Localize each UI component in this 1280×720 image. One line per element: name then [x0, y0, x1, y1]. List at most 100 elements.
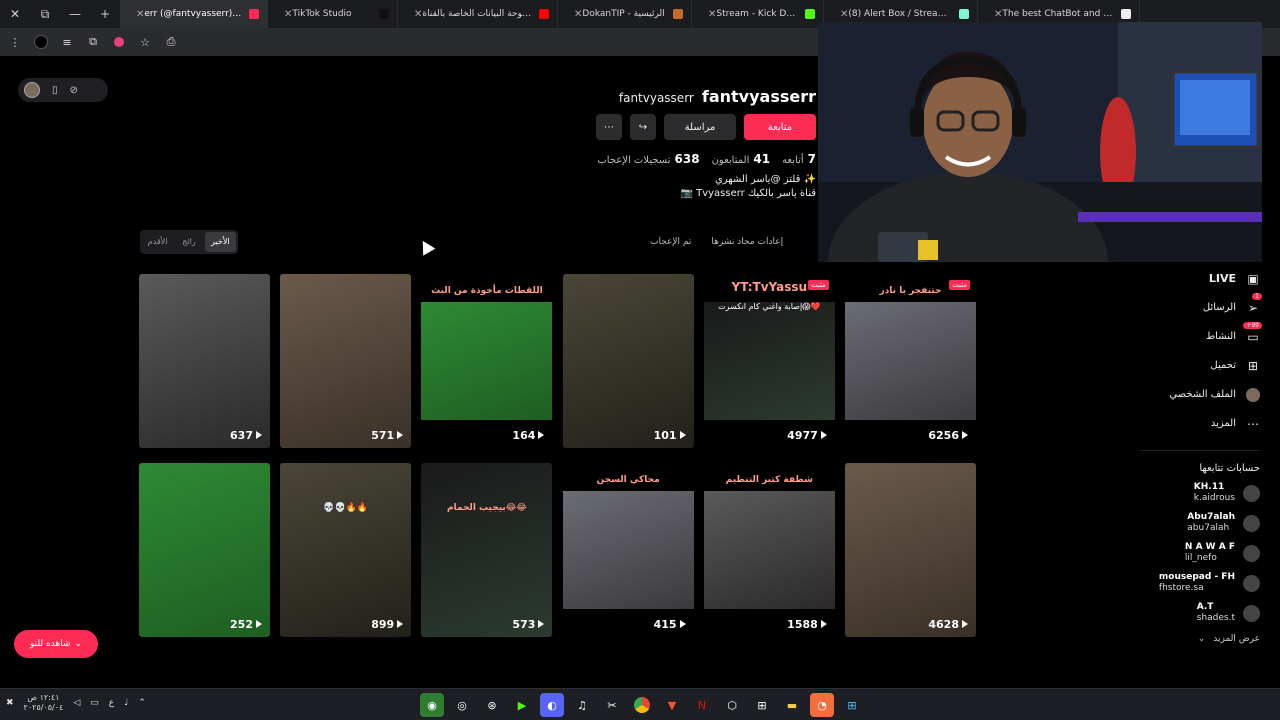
video-card[interactable]: اللقطات مأخوذة من البث 164	[421, 274, 553, 448]
follow-button[interactable]: متابعة	[744, 114, 816, 140]
compass-icon[interactable]: ⊘	[70, 85, 78, 96]
video-card[interactable]: شطفة كتبر التنظيم 1588	[703, 463, 835, 637]
app-capcut-icon[interactable]: ✂	[600, 693, 624, 717]
tray-expand-icon[interactable]: ⌃	[138, 698, 146, 708]
minimize-icon[interactable]: —	[60, 0, 90, 28]
app-chrome-icon[interactable]	[630, 693, 654, 717]
following-account-item[interactable]: Abu7alah abu7alah	[1140, 512, 1260, 534]
video-card[interactable]: 4628	[845, 463, 976, 637]
sort-popular[interactable]: رائج	[173, 232, 204, 252]
screenshot-icon[interactable]: ⎙	[160, 31, 182, 53]
network-icon[interactable]: ▭	[90, 698, 99, 708]
tab-close-icon[interactable]: ✕	[136, 9, 144, 20]
extensions-icon[interactable]: ⧉	[82, 31, 104, 53]
see-more-link[interactable]: عرض المزيد ⌄	[1140, 634, 1260, 644]
video-card[interactable]: 637	[139, 274, 270, 448]
video-card[interactable]: YT:TvYassu إصابة واغني كام انكسرت😱❤️ مثبت 4…	[703, 274, 835, 448]
clock-date: ٢٠٢٥/٠٥/٠٤	[23, 703, 64, 712]
video-thumbnail	[421, 463, 553, 637]
sidebar-item-live[interactable]: ▣ LIVE	[1140, 264, 1260, 293]
watch-now-button[interactable]: شاهده للتو ⌄	[14, 630, 98, 658]
sort-latest[interactable]: الأخير	[204, 232, 236, 252]
video-card[interactable]: حتنفجر يا نادر مثبت 6256	[845, 274, 976, 448]
tab-close-icon[interactable]: ✕	[414, 9, 422, 20]
app-explorer-icon[interactable]: ▬	[780, 693, 804, 717]
app-kick-icon[interactable]: ▶	[510, 693, 534, 717]
left-profile-pill[interactable]: ▯ ⊘	[18, 78, 108, 102]
app-stream-icon[interactable]: ◉	[420, 693, 444, 717]
sidebar-item-more[interactable]: ⋯ المزيد	[1140, 409, 1260, 438]
app-store-icon[interactable]: ⊞	[750, 693, 774, 717]
sidebar-item-activity[interactable]: ▭ 99+ النشاط	[1140, 322, 1262, 351]
tab-close-icon[interactable]: ✕	[840, 9, 848, 20]
avatar[interactable]	[24, 82, 40, 98]
notification-icon[interactable]: ✖	[6, 698, 14, 708]
app-discord-icon[interactable]: ◐	[540, 693, 564, 717]
app-steam-icon[interactable]: ⬡	[720, 693, 744, 717]
browser-tab[interactable]: ✕ TikTok Studio	[268, 0, 398, 28]
tab-close-icon[interactable]: ✕	[708, 9, 716, 20]
new-tab-icon[interactable]: +	[90, 0, 120, 28]
app-brave-icon[interactable]: ▼	[660, 693, 684, 717]
more-options-button[interactable]: ⋯	[596, 114, 622, 140]
profile-actions: ⋯ ↪ مراسلة متابعة	[596, 114, 816, 140]
message-button[interactable]: مراسلة	[664, 114, 736, 140]
followers-stat[interactable]: 41المتابعون	[712, 152, 771, 166]
video-card[interactable]: 💀💀🔥🔥 899	[280, 463, 412, 637]
video-caption: اللقطات مأخوذة من البث	[431, 286, 543, 296]
bio-line-2: قناة ياسر بالكيك Tvyasserr 📷	[680, 188, 816, 199]
sort-oldest[interactable]: الأقدم	[142, 232, 173, 252]
close-window-icon[interactable]: ✕	[0, 0, 30, 28]
app-itunes-icon[interactable]: ♫	[570, 693, 594, 717]
video-card[interactable]: محاكي السجن 415	[562, 463, 694, 637]
sidebar-item-profile[interactable]: الملف الشخصي	[1140, 380, 1260, 409]
tab-close-icon[interactable]: ✕	[574, 9, 582, 20]
following-stat[interactable]: 7أتابعه	[782, 152, 816, 166]
activity-icon: ▭	[1247, 329, 1259, 344]
extension-pink-icon[interactable]	[108, 31, 130, 53]
app-recorder-icon[interactable]: ⊛	[480, 693, 504, 717]
video-card[interactable]: 101	[562, 274, 694, 448]
video-thumbnail	[139, 463, 270, 637]
browser-tab[interactable]: ✕Stream - Kick Dashboard	[692, 0, 824, 28]
sidebar-item-messages[interactable]: ➢ 1 الرسائل	[1140, 293, 1262, 322]
taskbar-clock[interactable]: ١٢:٤١ ص ٢٠٢٥/٠٥/٠٤	[24, 693, 64, 713]
video-card[interactable]: بيجيب الحمام😂😂 573	[421, 463, 553, 637]
profile-circle-icon[interactable]	[30, 31, 52, 53]
share-icon[interactable]: ↪	[630, 114, 656, 140]
tab-close-icon[interactable]: ✕	[994, 9, 1002, 20]
tab-liked[interactable]: تم الإعجاب	[650, 237, 691, 247]
browser-tab[interactable]: ✕لوحة البيانات الخاصة بالقناة - dio	[398, 0, 558, 28]
following-account-item[interactable]: mousepad - FH fhstore.sa	[1140, 572, 1260, 594]
microphone-icon[interactable]: ♩	[124, 698, 128, 708]
speaker-icon[interactable]: ◁	[73, 698, 80, 708]
sidebar-upload-label: تحميل	[1210, 360, 1236, 371]
ellipsis-icon: ⋯	[1247, 416, 1259, 431]
app-netflix-icon[interactable]: N	[690, 693, 714, 717]
profile-avatar-icon	[1246, 387, 1260, 402]
app-photos-icon[interactable]: ◔	[810, 693, 834, 717]
browser-tab[interactable]: ✕ DokanTIP - الرئيسية	[558, 0, 692, 28]
video-card[interactable]: 571	[280, 274, 412, 448]
following-account-item[interactable]: KH.11 k.aidrous	[1140, 482, 1260, 504]
following-account-item[interactable]: A.T shades.t	[1140, 602, 1260, 624]
bookmark-star-icon[interactable]: ☆	[134, 31, 156, 53]
profile-handle: fantvyasserr fantvyasserr	[619, 87, 816, 106]
browser-tab[interactable]: ✕err (@fantvyasserr) | TikTok	[120, 0, 268, 28]
app-obs-icon[interactable]: ◎	[450, 693, 474, 717]
sidebar-item-upload[interactable]: ⊞ تحميل	[1140, 351, 1260, 380]
tab-actions-icon[interactable]: ⧉	[30, 0, 60, 28]
language-icon[interactable]: ع	[109, 698, 114, 708]
tab-close-icon[interactable]: ✕	[284, 9, 292, 20]
phone-icon[interactable]: ▯	[52, 85, 58, 96]
sidebar-more-label: المزيد	[1210, 418, 1236, 429]
tab-reposts[interactable]: إعادات محاد نشرها	[711, 237, 783, 247]
following-account-item[interactable]: N A W A Flil_nefo	[1140, 542, 1260, 564]
start-windows-icon[interactable]: ⊞	[840, 693, 864, 717]
menu-icon[interactable]: ⋮	[4, 31, 26, 53]
playlist-icon[interactable]: ≡	[56, 31, 78, 53]
profile-display-name: fantvyasserr	[701, 87, 816, 106]
account-text: A.T shades.t	[1197, 602, 1235, 624]
video-thumbnail	[139, 274, 270, 448]
video-card[interactable]: 252	[139, 463, 270, 637]
